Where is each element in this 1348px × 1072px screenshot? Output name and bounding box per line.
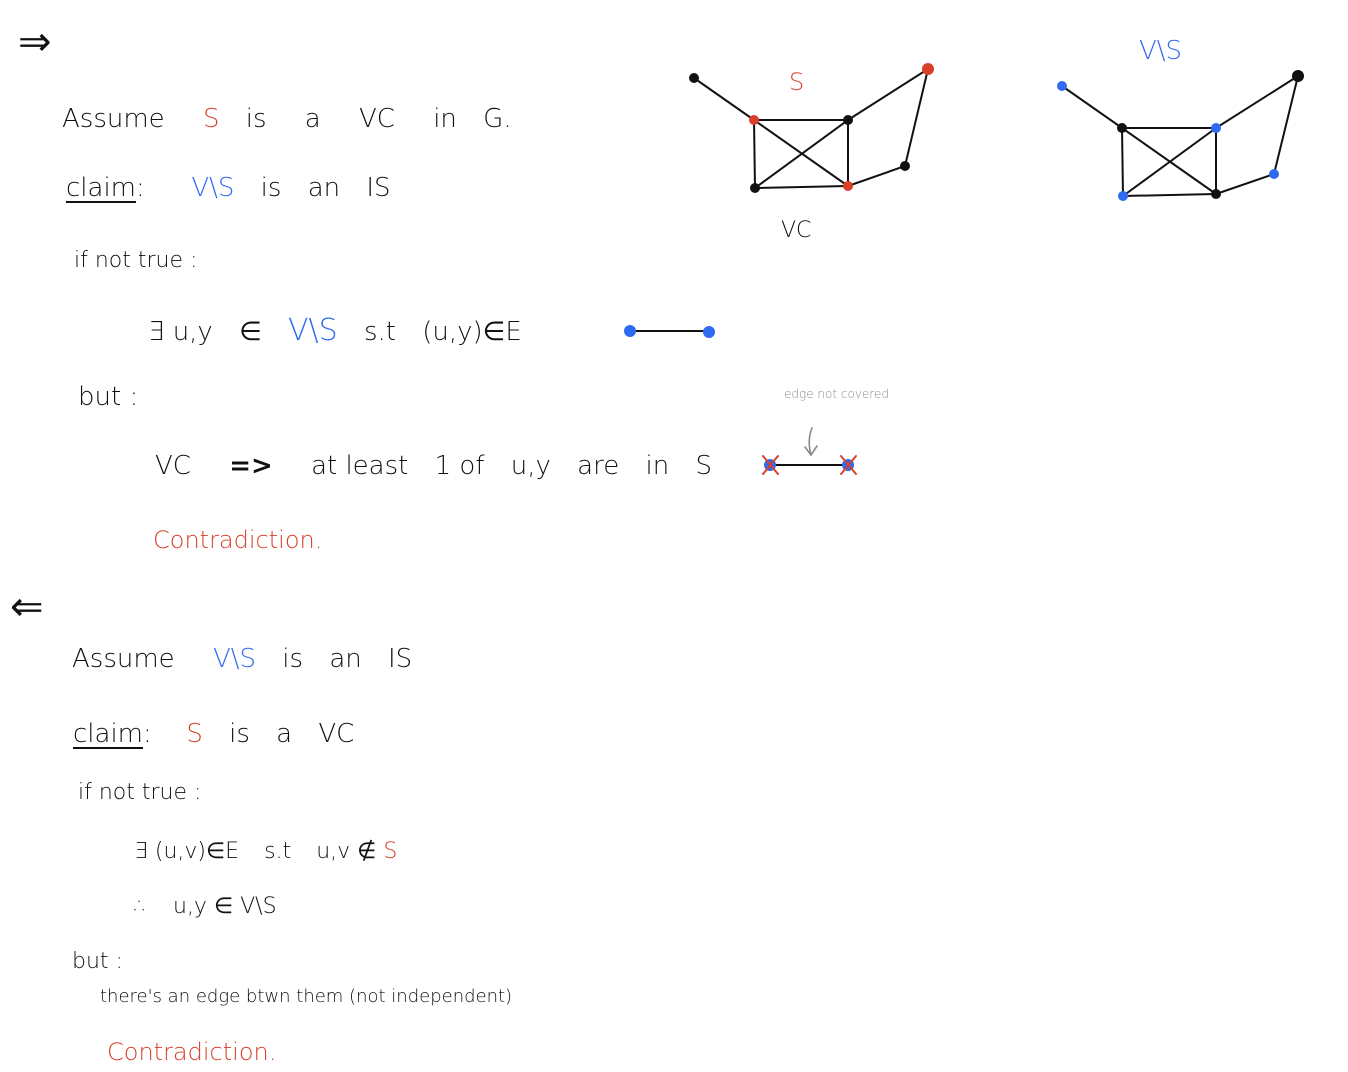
- diagram-layer: [624, 63, 1304, 475]
- vertex: [843, 115, 853, 125]
- down-arrow-icon: [804, 427, 818, 457]
- vertex: [1117, 123, 1127, 133]
- vertex-in-v-minus-s: [1211, 123, 1221, 133]
- vertex-in-s: [749, 115, 759, 125]
- vertex: [1211, 189, 1221, 199]
- right-graph-vertices: [1057, 70, 1304, 201]
- vertex-in-s: [843, 181, 853, 191]
- vertex-in-v-minus-s: [1269, 169, 1279, 179]
- uncovered-edge-example: [762, 427, 857, 475]
- vertex: [703, 326, 715, 338]
- vertex: [624, 325, 636, 337]
- vertex-in-v-minus-s: [1057, 81, 1067, 91]
- vertex: [900, 161, 910, 171]
- vertex-in-s: [922, 63, 934, 75]
- left-graph-vertices: [689, 63, 934, 193]
- right-graph: [1061, 75, 1299, 197]
- vertex: [750, 183, 760, 193]
- left-graph: [693, 68, 929, 189]
- blue-edge-example: [624, 325, 715, 338]
- vertex-in-v-minus-s: [1118, 191, 1128, 201]
- vertex: [1292, 70, 1304, 82]
- vertex: [689, 73, 699, 83]
